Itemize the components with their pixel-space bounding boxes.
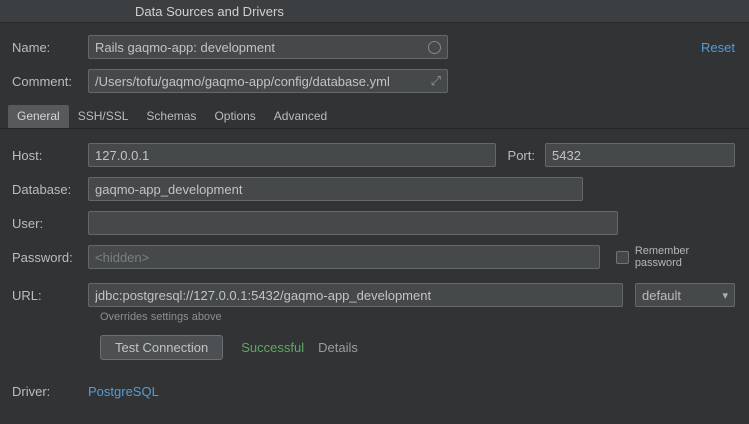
name-field[interactable] [88, 35, 448, 59]
tab-general[interactable]: General [8, 105, 69, 128]
database-field[interactable] [88, 177, 583, 201]
url-mode-selected-value: default [642, 287, 682, 303]
reset-link[interactable]: Reset [701, 40, 735, 55]
remember-password-checkbox[interactable] [615, 250, 629, 264]
host-field[interactable] [88, 143, 496, 167]
tab-options[interactable]: Options [205, 105, 264, 128]
tab-schemas[interactable]: Schemas [137, 105, 205, 128]
tab-ssh-ssl[interactable]: SSH/SSL [69, 105, 138, 128]
port-input[interactable] [552, 147, 728, 163]
test-connection-button[interactable]: Test Connection [100, 335, 224, 360]
url-label: URL: [12, 287, 42, 303]
overrides-note: Overrides settings above [100, 311, 222, 323]
name-row: Name: Reset [12, 35, 735, 59]
url-field[interactable] [88, 283, 623, 307]
header-section: Name: Reset Comment: ⤢ [0, 23, 749, 93]
remember-password-label: Remember password [634, 245, 690, 269]
url-row: URL: default ▾ [12, 283, 735, 307]
port-label: Port: [507, 147, 535, 163]
general-form: Host: Port: Database: User: Password: Re… [0, 129, 749, 399]
name-input[interactable] [95, 39, 422, 55]
window-title: Data Sources and Drivers [135, 3, 284, 19]
settings-tabs: General SSH/SSL Schemas Options Advanced [0, 105, 749, 129]
url-mode-dropdown[interactable]: default ▾ [635, 283, 735, 307]
password-input[interactable] [95, 249, 593, 265]
comment-label: Comment: [12, 73, 72, 89]
chevron-down-icon: ▾ [722, 289, 728, 302]
host-input[interactable] [95, 147, 489, 163]
url-input[interactable] [95, 287, 616, 303]
name-label: Name: [12, 39, 51, 55]
database-label: Database: [12, 181, 72, 197]
user-input[interactable] [95, 215, 611, 231]
host-port-row: Host: Port: [12, 143, 735, 167]
expand-icon[interactable]: ⤢ [431, 73, 441, 89]
details-link[interactable]: Details [318, 340, 358, 355]
remember-password-group: Remember password [615, 245, 735, 269]
test-result-status: Successful [241, 340, 305, 355]
driver-link[interactable]: PostgreSQL [88, 384, 159, 399]
port-field[interactable] [545, 143, 735, 167]
user-row: User: [12, 211, 735, 235]
driver-row: Driver: PostgreSQL [12, 384, 735, 399]
host-label: Host: [12, 147, 43, 163]
password-label: Password: [12, 249, 73, 265]
tab-advanced[interactable]: Advanced [265, 105, 336, 128]
database-input[interactable] [95, 181, 576, 197]
comment-field[interactable]: ⤢ [88, 69, 448, 93]
user-label: User: [12, 215, 44, 231]
window-titlebar: Data Sources and Drivers [0, 0, 749, 23]
test-connection-row: Test Connection Successful Details [100, 335, 735, 360]
database-row: Database: [12, 177, 735, 201]
comment-input[interactable] [95, 73, 425, 89]
password-row: Password: Remember password [12, 245, 735, 269]
comment-row: Comment: ⤢ [12, 69, 735, 93]
driver-label: Driver: [12, 384, 51, 399]
password-field[interactable] [88, 245, 600, 269]
progress-circle-icon [428, 40, 441, 54]
user-field[interactable] [88, 211, 618, 235]
